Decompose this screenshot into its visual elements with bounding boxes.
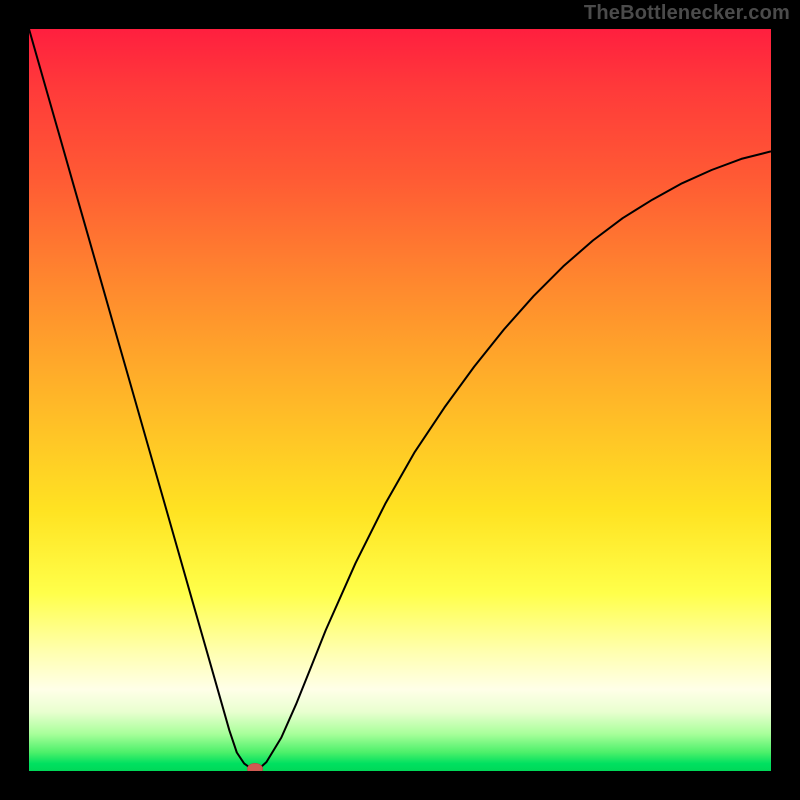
- optimal-point-marker: [247, 763, 263, 771]
- bottleneck-curve: [29, 29, 771, 771]
- chart-frame: TheBottlenecker.com: [0, 0, 800, 800]
- plot-area: [29, 29, 771, 771]
- attribution-text: TheBottlenecker.com: [584, 2, 790, 25]
